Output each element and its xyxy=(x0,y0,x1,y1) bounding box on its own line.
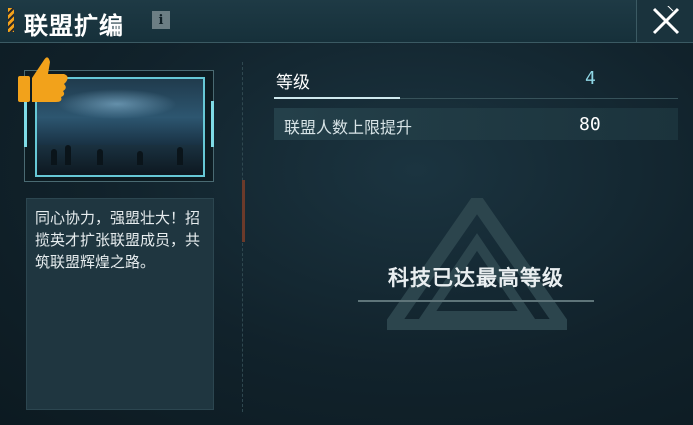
info-icon[interactable]: i xyxy=(152,11,170,29)
level-label: 等级 xyxy=(276,73,310,93)
max-level-banner: 科技已达最高等级 xyxy=(358,248,594,302)
frame-side-bar xyxy=(211,101,214,147)
max-level-text: 科技已达最高等级 xyxy=(388,265,564,290)
close-icon xyxy=(652,6,680,35)
thumbs-up-icon xyxy=(18,57,68,102)
member-cap-value: 80 xyxy=(579,114,601,135)
page-title: 联盟扩编 xyxy=(24,12,124,40)
level-value: 4 xyxy=(585,68,596,89)
close-button[interactable] xyxy=(636,0,693,42)
description-box: 同心协力，强盟壮大！招揽英才扩张联盟成员，共筑联盟辉煌之路。 xyxy=(26,198,214,410)
member-cap-label: 联盟人数上限提升 xyxy=(284,118,413,137)
header-bar: 联盟扩编 i xyxy=(0,0,693,43)
header-accent-stripe xyxy=(8,8,14,32)
member-cap-row: 联盟人数上限提升 80 xyxy=(274,108,678,140)
level-row: 等级 4 xyxy=(274,64,678,99)
scroll-indicator[interactable] xyxy=(242,180,245,242)
frame-side-bar xyxy=(24,101,27,147)
description-text: 同心协力，强盟壮大！招揽英才扩张联盟成员，共筑联盟辉煌之路。 xyxy=(35,209,201,271)
